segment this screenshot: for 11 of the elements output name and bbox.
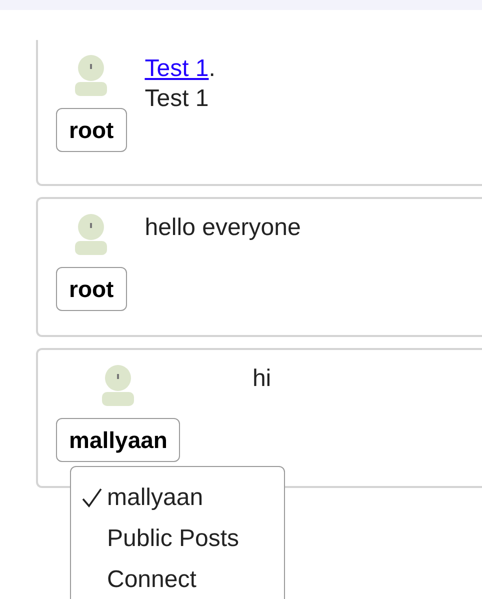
menu-item[interactable]: Public Posts bbox=[107, 518, 240, 559]
menu-item[interactable]: Connect bbox=[107, 559, 196, 599]
post-title-link[interactable]: Test 1 bbox=[144, 54, 209, 84]
author-button[interactable]: mallyaan bbox=[56, 418, 180, 462]
author-button[interactable]: root bbox=[56, 267, 127, 311]
post-text: hello everyone bbox=[144, 213, 301, 243]
author-button[interactable]: root bbox=[56, 108, 127, 152]
post-text: Test 1 bbox=[144, 84, 210, 114]
title-period: . bbox=[208, 54, 216, 84]
menu-item[interactable]: mallyaan bbox=[107, 477, 204, 518]
post-text: hi bbox=[251, 364, 272, 394]
